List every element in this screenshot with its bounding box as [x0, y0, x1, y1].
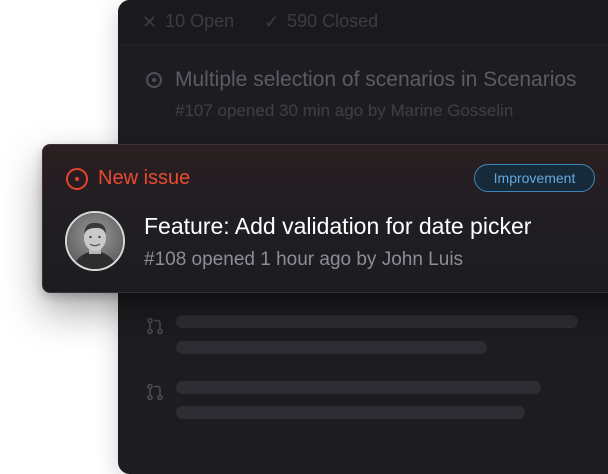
skeleton-line — [176, 406, 525, 419]
issues-screen: ✕ 10 Open ✓ 590 Closed Multiple selectio… — [0, 0, 608, 474]
open-filter-label: 10 Open — [165, 11, 235, 31]
new-issue-label: New issue — [98, 167, 191, 189]
avatar — [65, 211, 125, 271]
issue-meta: #107 opened 30 min ago by Marine Gosseli… — [175, 101, 514, 120]
skeleton-line — [176, 341, 487, 354]
pull-request-icon — [147, 383, 163, 401]
new-issue-status: New issue — [66, 167, 190, 190]
improvement-badge[interactable]: Improvement — [474, 164, 595, 192]
issue-open-icon — [146, 72, 162, 88]
issue-open-icon — [66, 167, 88, 190]
issues-filter-bar: ✕ 10 Open ✓ 590 Closed — [118, 0, 608, 45]
checkmark-icon: ✓ — [264, 11, 280, 32]
user-photo — [67, 213, 123, 269]
skeleton-line — [176, 315, 578, 328]
issue-title[interactable]: Feature: Add validation for date picker — [144, 213, 531, 240]
open-filter[interactable]: ✕ 10 Open — [142, 11, 234, 32]
pull-request-icon — [147, 317, 163, 335]
issue-meta: #108 opened 1 hour ago by John Luis — [144, 249, 464, 270]
skeleton-line — [176, 381, 541, 394]
closed-filter[interactable]: ✓ 590 Closed — [264, 11, 378, 32]
new-issue-card[interactable]: New issue Improvement Feature: Add valid… — [42, 144, 608, 293]
issue-title[interactable]: Multiple selection of scenarios in Scena… — [175, 68, 577, 92]
close-x-icon: ✕ — [142, 11, 158, 32]
closed-filter-label: 590 Closed — [287, 11, 379, 31]
